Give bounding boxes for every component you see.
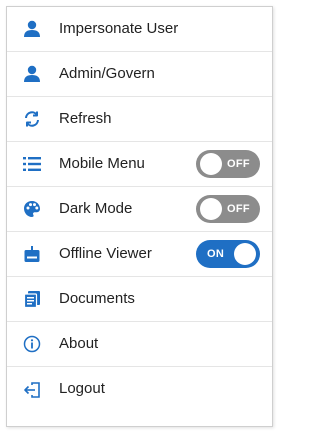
- documents-icon: [23, 290, 41, 308]
- menu-item-refresh[interactable]: Refresh: [7, 97, 272, 142]
- menu-item-label: Impersonate User: [59, 20, 179, 37]
- toggle-knob: [234, 243, 256, 265]
- menu-item-about[interactable]: About: [7, 322, 272, 367]
- menu-item-impersonate-user[interactable]: Impersonate User: [7, 7, 272, 52]
- menu-item-documents[interactable]: Documents: [7, 277, 272, 322]
- toggle-state-text: ON: [207, 248, 225, 260]
- dark-mode-toggle[interactable]: OFF: [196, 195, 260, 223]
- mobile-menu-toggle[interactable]: OFF: [196, 150, 260, 178]
- menu-item-admin-govern[interactable]: Admin/Govern: [7, 52, 272, 97]
- palette-icon: [23, 200, 41, 218]
- menu-item-label: Refresh: [59, 110, 112, 127]
- menu-item-label: Admin/Govern: [59, 65, 155, 82]
- toggle-knob: [200, 198, 222, 220]
- menu-item-mobile-menu[interactable]: Mobile Menu OFF: [7, 142, 272, 187]
- toggle-knob: [200, 153, 222, 175]
- toggle-state-text: OFF: [227, 203, 250, 215]
- toggle-state-text: OFF: [227, 158, 250, 170]
- menu-item-label: Logout: [59, 380, 105, 397]
- menu-item-label: About: [59, 335, 99, 352]
- menu-item-label: Documents: [59, 290, 135, 307]
- download-icon: [23, 245, 41, 263]
- offline-viewer-toggle[interactable]: ON: [196, 240, 260, 268]
- info-icon: [23, 335, 41, 353]
- user-icon: [23, 65, 41, 83]
- menu-item-label: Offline Viewer: [59, 245, 152, 262]
- menu-item-offline-viewer[interactable]: Offline Viewer ON: [7, 232, 272, 277]
- menu-item-logout[interactable]: Logout: [7, 367, 272, 412]
- menu-item-label: Dark Mode: [59, 200, 133, 217]
- menu-item-dark-mode[interactable]: Dark Mode OFF: [7, 187, 272, 232]
- settings-menu: Impersonate User Admin/Govern Refresh Mo…: [6, 6, 273, 427]
- logout-icon: [23, 381, 41, 399]
- list-icon: [23, 155, 41, 173]
- refresh-icon: [23, 110, 41, 128]
- menu-item-label: Mobile Menu: [59, 155, 145, 172]
- user-icon: [23, 20, 41, 38]
